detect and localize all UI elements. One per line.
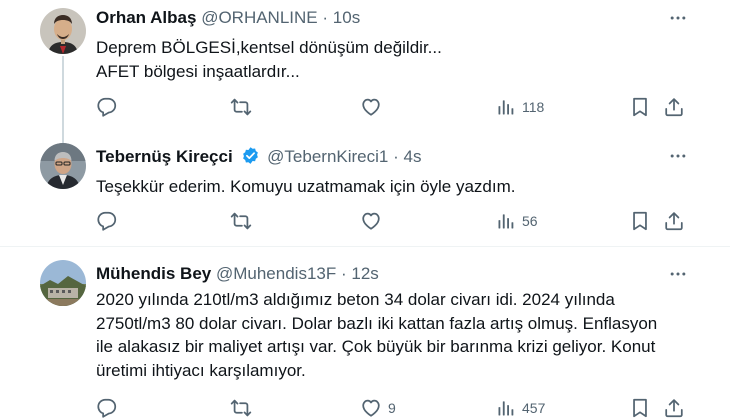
timestamp[interactable]: 4s bbox=[404, 147, 422, 166]
avatar[interactable] bbox=[40, 8, 86, 54]
bookmark-button[interactable] bbox=[629, 210, 651, 232]
verified-badge-icon bbox=[243, 147, 259, 164]
retweet-icon bbox=[230, 98, 252, 116]
views-button[interactable]: 457 bbox=[496, 397, 545, 419]
timestamp[interactable]: 12s bbox=[351, 264, 378, 283]
bookmark-icon bbox=[633, 211, 647, 231]
tweet-text: Teşekkür ederim. Komuyu uzatmamak için ö… bbox=[96, 175, 696, 199]
like-icon bbox=[362, 212, 380, 230]
author-name[interactable]: Tebernüş Kireçci bbox=[96, 147, 233, 166]
retweet-button[interactable] bbox=[230, 210, 258, 232]
tweet-text-line: üretimi ihtiyacı karşılamıyor. bbox=[96, 360, 306, 380]
author-handle[interactable]: @Muhendis13F bbox=[216, 264, 336, 283]
more-icon bbox=[670, 272, 686, 276]
more-icon bbox=[670, 154, 686, 158]
bookmark-icon bbox=[633, 97, 647, 117]
share-button[interactable] bbox=[663, 397, 685, 419]
share-icon bbox=[665, 98, 683, 117]
separator-dot: · bbox=[393, 147, 399, 166]
tweet-header: Mühendis Bey @Muhendis13F · 12s bbox=[96, 264, 379, 284]
author-handle[interactable]: @ORHANLINE bbox=[201, 8, 317, 27]
timestamp[interactable]: 10s bbox=[333, 8, 360, 27]
views-count: 118 bbox=[522, 99, 545, 115]
reply-icon bbox=[97, 211, 117, 231]
retweet-icon bbox=[230, 399, 252, 417]
retweet-button[interactable] bbox=[230, 96, 258, 118]
views-icon bbox=[498, 100, 514, 115]
tweet-text-line: AFET bölgesi inşaatlardır... bbox=[96, 61, 300, 81]
reply-button[interactable] bbox=[96, 210, 124, 232]
views-count: 56 bbox=[522, 213, 538, 229]
tweet-muhendis[interactable]: Mühendis Bey @Muhendis13F · 12s 2020 yıl… bbox=[0, 247, 730, 420]
tweet-text-line: Deprem BÖLGESİ,kentsel dönüşüm değildir.… bbox=[96, 38, 442, 57]
tweet-text: 2020 yılında 210tl/m3 aldığımız beton 34… bbox=[96, 288, 706, 382]
more-button[interactable] bbox=[668, 263, 688, 285]
bookmark-icon bbox=[633, 398, 647, 418]
thread-line bbox=[62, 56, 64, 144]
views-button[interactable]: 56 bbox=[496, 210, 538, 232]
views-count: 457 bbox=[522, 400, 546, 416]
share-button[interactable] bbox=[663, 96, 685, 118]
author-name[interactable]: Mühendis Bey bbox=[96, 264, 211, 283]
author-handle[interactable]: @TebernKireci1 bbox=[267, 147, 388, 166]
bookmark-button[interactable] bbox=[629, 397, 651, 419]
tweet-text-line: Teşekkür ederim. Komuyu uzatmamak için ö… bbox=[96, 177, 516, 196]
more-button[interactable] bbox=[668, 145, 688, 167]
reply-icon bbox=[97, 398, 117, 418]
tweet-text-line: 2020 yılında 210tl/m3 aldığımız beton 34… bbox=[96, 290, 615, 309]
tweet-actions: 56 bbox=[96, 210, 690, 232]
separator-dot: · bbox=[340, 264, 347, 283]
tweet-orhan[interactable]: Orhan Albaş @ORHANLINE · 10s Deprem BÖLG… bbox=[0, 0, 730, 144]
tweet-text: Deprem BÖLGESİ,kentsel dönüşüm değildir.… bbox=[96, 36, 696, 83]
retweet-button[interactable] bbox=[230, 397, 258, 419]
views-icon bbox=[498, 401, 514, 416]
share-icon bbox=[665, 212, 683, 231]
tweet-actions: 118 bbox=[96, 96, 690, 118]
like-icon bbox=[362, 399, 380, 417]
share-icon bbox=[665, 399, 683, 418]
avatar[interactable] bbox=[40, 260, 86, 306]
like-count: 9 bbox=[388, 400, 396, 416]
tweet-text-line: ile alakasız bir maliyet artışı var. Çok… bbox=[96, 337, 656, 356]
reply-button[interactable] bbox=[96, 397, 124, 419]
author-name[interactable]: Orhan Albaş bbox=[96, 8, 196, 27]
reply-icon bbox=[97, 97, 117, 117]
like-button[interactable]: 9 bbox=[360, 397, 396, 419]
tweet-tebernus[interactable]: Tebernüş Kireçci @TebernKireci1 · 4s Teş… bbox=[0, 135, 730, 243]
tweet-header: Orhan Albaş @ORHANLINE · 10s bbox=[96, 8, 360, 28]
separator-dot: · bbox=[322, 8, 329, 27]
tweet-header: Tebernüş Kireçci @TebernKireci1 · 4s bbox=[96, 146, 421, 167]
share-button[interactable] bbox=[663, 210, 685, 232]
bookmark-button[interactable] bbox=[629, 96, 651, 118]
like-button[interactable] bbox=[360, 210, 388, 232]
avatar[interactable] bbox=[40, 143, 86, 189]
more-button[interactable] bbox=[668, 7, 688, 29]
tweet-actions: 9 457 bbox=[96, 397, 690, 419]
views-button[interactable]: 118 bbox=[496, 96, 544, 118]
tweet-text-line: 2750tl/m3 80 dolar civarı. Dolar bazlı i… bbox=[96, 313, 658, 333]
retweet-icon bbox=[230, 212, 252, 230]
like-icon bbox=[362, 98, 380, 116]
views-icon bbox=[498, 214, 514, 229]
reply-button[interactable] bbox=[96, 96, 124, 118]
like-button[interactable] bbox=[360, 96, 388, 118]
more-icon bbox=[670, 16, 686, 20]
